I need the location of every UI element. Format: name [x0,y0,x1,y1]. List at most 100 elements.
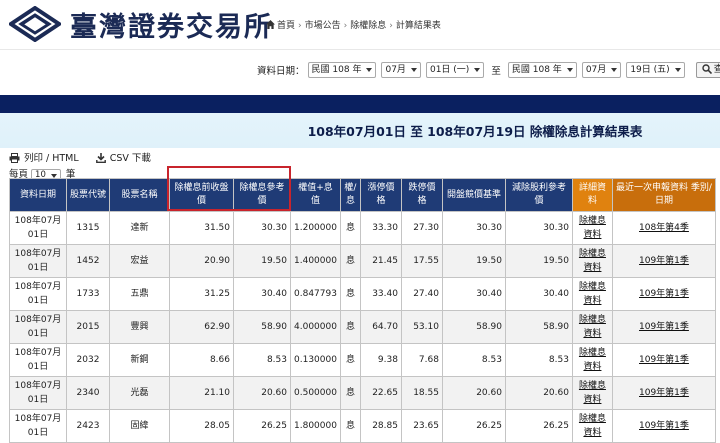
cell-up: 21.45 [359,244,402,278]
cell-date: 108年07月01日 [9,277,67,311]
cell-name: 宏益 [109,244,170,278]
cell-date: 108年07月01日 [9,409,67,443]
cell-div: 19.50 [504,244,573,278]
cell-value: 0.130000 [290,343,341,377]
cell-ref: 26.25 [233,409,291,443]
cell-down: 27.40 [400,277,443,311]
cell-open: 26.25 [441,409,506,443]
cell-up: 22.65 [359,376,402,410]
cell-close: 28.05 [169,409,234,443]
cell-type: 息 [339,409,361,443]
cell-detail[interactable]: 除權息資料 [571,310,613,344]
site-header: 臺灣證券交易所 首頁 › 市場公告 › 除權除息 › 計算結果表 [0,0,720,50]
csv-download-link[interactable]: CSV 下載 [95,150,151,164]
cell-open: 8.53 [441,343,506,377]
col-header[interactable]: 漲停價格 [359,178,402,212]
cell-down: 18.55 [400,376,443,410]
cell-report[interactable]: 109年第1季 [611,277,716,311]
cell-detail[interactable]: 除權息資料 [571,244,613,278]
query-date-label: 資料日期： [257,66,305,77]
query-button[interactable]: 查詢 [695,62,720,78]
cell-div: 8.53 [504,343,573,377]
cell-div: 30.30 [504,211,573,245]
col-header[interactable]: 權/息 [339,178,361,212]
cell-code: 1452 [66,244,110,278]
breadcrumb: 首頁 › 市場公告 › 除權除息 › 計算結果表 [266,18,441,31]
breadcrumb-exright[interactable]: 除權除息 [350,21,386,31]
end-year-select[interactable]: 民國 108 年 [507,62,577,78]
cell-detail[interactable]: 除權息資料 [571,343,613,377]
col-header[interactable]: 權值+息值 [290,178,341,212]
cell-code: 1315 [66,211,110,245]
cell-date: 108年07月01日 [9,244,67,278]
cell-code: 2423 [66,409,110,443]
cell-ref: 8.53 [233,343,291,377]
query-form: 資料日期： 民國 108 年 07月 01日 (一) 至 民國 108 年 07… [257,62,720,80]
end-day-select[interactable]: 19日 (五) [626,62,685,78]
cell-close: 20.90 [169,244,234,278]
cell-detail[interactable]: 除權息資料 [571,211,613,245]
cell-name: 新鋼 [109,343,170,377]
cell-date: 108年07月01日 [9,310,67,344]
cell-value: 1.800000 [290,409,341,443]
cell-type: 息 [339,376,361,410]
search-icon [701,64,712,75]
col-header[interactable]: 股票名稱 [109,178,170,212]
breadcrumb-home[interactable]: 首頁 [277,21,295,31]
start-month-select[interactable]: 07月 [381,62,421,78]
col-header[interactable]: 資料日期 [9,178,67,212]
start-day-select[interactable]: 01日 (一) [425,62,485,78]
breadcrumb-market[interactable]: 市場公告 [305,21,341,31]
cell-detail[interactable]: 除權息資料 [571,409,613,443]
table-row: 108年07月01日 2015 豐興 62.90 58.90 4.000000 息 64.70… [9,310,716,344]
cell-value: 0.847793 [290,277,341,311]
cell-down: 7.68 [400,343,443,377]
results-table: 資料日期 股票代號 股票名稱 除權息前收盤價 除權息參考價 權值+息值 權/息 … [9,178,716,443]
col-header[interactable]: 跌停價格 [400,178,443,212]
table-row: 108年07月01日 2423 固緯 28.05 26.25 1.800000 息 28.85… [9,409,716,443]
col-header: 最近一次申報資料 季別/日期 [611,178,716,212]
cell-report[interactable]: 109年第1季 [611,244,716,278]
cell-detail[interactable]: 除權息資料 [571,376,613,410]
cell-open: 30.30 [441,211,506,245]
cell-value: 0.500000 [290,376,341,410]
cell-close: 62.90 [169,310,234,344]
cell-value: 1.400000 [290,244,341,278]
cell-ref: 20.60 [233,376,291,410]
table-header-row: 資料日期 股票代號 股票名稱 除權息前收盤價 除權息參考價 權值+息值 權/息 … [9,178,716,212]
cell-close: 31.25 [169,277,234,311]
breadcrumb-separator: › [389,21,393,31]
cell-open: 30.40 [441,277,506,311]
cell-ref: 19.50 [233,244,291,278]
col-header[interactable]: 股票代號 [66,178,110,212]
table-row: 108年07月01日 1733 五鼎 31.25 30.40 0.847793 息 33.40… [9,277,716,311]
cell-report[interactable]: 108年第4季 [611,211,716,245]
cell-open: 20.60 [441,376,506,410]
print-html-link[interactable]: 列印 / HTML [9,150,79,164]
query-button-label: 查詢 [713,64,720,75]
cell-up: 64.70 [359,310,402,344]
end-month-select[interactable]: 07月 [581,62,622,78]
cell-type: 息 [339,277,361,311]
report-title: 108年07月01日 至 108年07月19日 除權除息計算結果表 [307,124,643,139]
table-row: 108年07月01日 1315 達新 31.50 30.30 1.200000 息 33.30… [9,211,716,245]
col-header[interactable]: 減除股利參考價 [504,178,573,212]
cell-div: 26.25 [504,409,573,443]
cell-report[interactable]: 109年第1季 [611,376,716,410]
cell-report[interactable]: 109年第1季 [611,343,716,377]
col-header[interactable]: 開盤競價基準 [441,178,506,212]
cell-name: 達新 [109,211,170,245]
cell-open: 19.50 [441,244,506,278]
cell-type: 息 [339,343,361,377]
cell-report[interactable]: 109年第1季 [611,310,716,344]
cell-date: 108年07月01日 [9,376,67,410]
cell-div: 58.90 [504,310,573,344]
cell-type: 息 [339,244,361,278]
cell-detail[interactable]: 除權息資料 [571,277,613,311]
cell-down: 27.30 [400,211,443,245]
logo-text[interactable]: 臺灣證券交易所 [70,5,273,44]
twse-logo-icon[interactable] [9,6,61,42]
cell-down: 23.65 [400,409,443,443]
cell-report[interactable]: 109年第1季 [611,409,716,443]
start-year-select[interactable]: 民國 108 年 [307,62,377,78]
